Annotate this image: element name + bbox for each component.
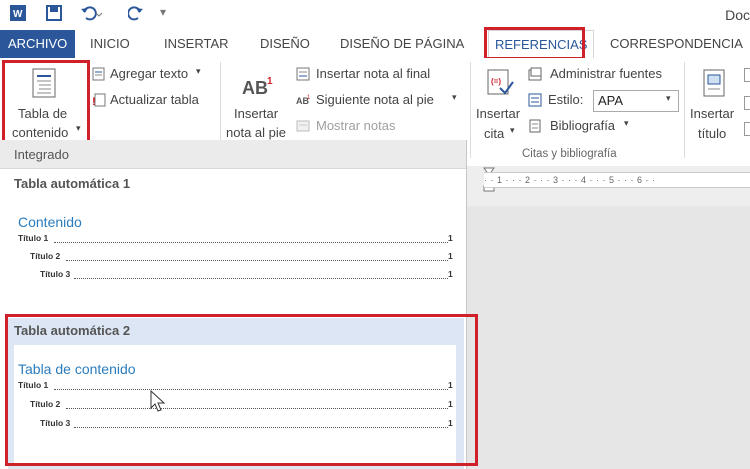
customize-qat-icon[interactable]: ▾ — [160, 5, 166, 19]
estilo-select[interactable]: APA ▾ — [593, 90, 679, 112]
show-notes-icon — [296, 120, 310, 132]
tab-inicio[interactable]: INICIO — [84, 30, 136, 58]
add-text-icon — [92, 67, 105, 81]
siguiente-nota-button[interactable]: AB 1 Siguiente nota al pie ▾ — [296, 92, 464, 110]
undo-icon[interactable] — [80, 5, 103, 26]
agregar-texto-label: Agregar texto — [110, 66, 189, 81]
toc-option-automatic-1[interactable]: Tabla automática 1 Contenido Título 1 1 … — [8, 170, 464, 314]
insertar-titulo-button[interactable]: Insertar título — [688, 66, 742, 144]
actualizar-tabla-button[interactable]: ! Actualizar tabla — [92, 92, 212, 110]
actualizar-tabla-label: Actualizar tabla — [110, 92, 199, 107]
toc-leader-dots — [74, 278, 448, 279]
tab-correspondencia[interactable]: CORRESPONDENCIA — [604, 30, 749, 58]
manage-sources-icon — [528, 67, 542, 81]
update-table-icon: ! — [92, 93, 106, 107]
mostrar-notas-button[interactable]: Mostrar notas — [296, 118, 416, 136]
next-footnote-icon: AB1 — [296, 95, 310, 106]
toc-entry-level3: Título 3 — [40, 269, 71, 279]
footnote-ab-icon: AB 1 — [242, 76, 273, 98]
redo-icon[interactable] — [127, 5, 144, 26]
insertar-nota-pie-label-2: nota al pie — [226, 125, 286, 140]
bibliografia-button[interactable]: Bibliografía ▾ — [528, 118, 638, 136]
title-bar: W ▾ Doc — [0, 0, 750, 30]
tab-insertar[interactable]: INSERTAR — [158, 30, 235, 58]
document-canvas[interactable] — [466, 206, 750, 469]
chevron-down-icon: ▾ — [666, 93, 671, 103]
style-icon — [528, 93, 542, 107]
group-separator — [684, 62, 685, 158]
horizontal-ruler[interactable]: · · 1 · · · 2 · · · 3 · · · 4 · · · 5 · … — [466, 166, 750, 206]
insertar-titulo-label-1: Insertar — [690, 106, 735, 121]
toc-page-number: 1 — [448, 233, 453, 243]
chevron-down-icon: ▾ — [196, 66, 201, 76]
word-icon: W — [10, 5, 26, 26]
highlight-toc-option-2 — [5, 314, 478, 466]
svg-text:(=): (=) — [491, 77, 501, 86]
mostrar-notas-label: Mostrar notas — [316, 118, 396, 133]
chevron-down-icon: ▾ — [510, 125, 515, 135]
group-label-citas: Citas y bibliografía — [522, 148, 617, 160]
estilo-label: Estilo: — [548, 92, 584, 107]
chevron-down-icon: ▾ — [624, 118, 629, 128]
ribbon-tabs: ARCHIVO INICIO INSERTAR DISEÑO DISEÑO DE… — [0, 30, 750, 59]
toc-page-number: 1 — [448, 269, 453, 279]
insertar-cita-button[interactable]: (=) Insertar cita ▾ — [472, 66, 528, 144]
save-icon[interactable] — [46, 5, 62, 26]
highlight-referencias — [484, 27, 585, 60]
ruler-scale: · · 1 · · · 2 · · · 3 · · · 4 · · · 5 · … — [484, 172, 750, 188]
chevron-down-icon: ▾ — [452, 92, 457, 102]
svg-text:!: ! — [92, 96, 96, 107]
siguiente-nota-label: Siguiente nota al pie — [316, 92, 434, 107]
svg-text:1: 1 — [307, 95, 310, 101]
toc-leader-dots — [54, 242, 448, 243]
highlight-toc-button — [2, 60, 90, 146]
estilo-value: APA — [598, 93, 624, 108]
toc-preview-heading: Contenido — [18, 214, 82, 230]
insertar-nota-final-button[interactable]: Insertar nota al final — [296, 66, 446, 84]
toc-option-title: Tabla automática 1 — [14, 176, 131, 191]
toc-entry-level2: Título 2 — [30, 251, 61, 261]
tab-diseno[interactable]: DISEÑO — [254, 30, 316, 58]
tab-archivo[interactable]: ARCHIVO — [0, 30, 76, 58]
group-separator — [470, 62, 471, 158]
agregar-texto-button[interactable]: Agregar texto ▾ — [92, 66, 212, 84]
insertar-nota-final-label: Insertar nota al final — [316, 66, 431, 81]
gallery-section-label: Integrado — [14, 147, 69, 162]
toc-leader-dots — [66, 260, 448, 261]
insertar-nota-pie-label-1: Insertar — [234, 106, 279, 121]
svg-text:W: W — [13, 9, 23, 20]
citation-icon: (=) — [487, 69, 514, 95]
toc-page-number: 1 — [448, 251, 453, 261]
administrar-fuentes-button[interactable]: Administrar fuentes — [528, 66, 678, 84]
insertar-titulo-label-2: título — [698, 126, 727, 141]
tab-diseno-de-pagina[interactable]: DISEÑO DE PÁGINA — [334, 30, 470, 58]
insertar-cita-label-2: cita — [484, 126, 505, 141]
administrar-fuentes-label: Administrar fuentes — [550, 66, 662, 81]
svg-text:AB: AB — [242, 78, 268, 98]
estilo-label-wrap: Estilo: — [528, 92, 584, 110]
endnote-icon — [296, 67, 310, 81]
insertar-nota-al-pie-button[interactable]: AB 1 Insertar nota al pie — [222, 68, 292, 144]
bibliography-icon — [529, 119, 541, 133]
document-title: Doc — [725, 7, 750, 23]
caption-icon — [703, 69, 725, 97]
svg-text:1: 1 — [267, 76, 273, 87]
toc-entry-level1: Título 1 — [18, 233, 49, 243]
bibliografia-label: Bibliografía — [550, 118, 616, 133]
ribbon-overflow-edge — [744, 66, 750, 146]
gallery-section-header: Integrado — [0, 140, 466, 169]
insertar-cita-label-1: Insertar — [476, 106, 521, 121]
